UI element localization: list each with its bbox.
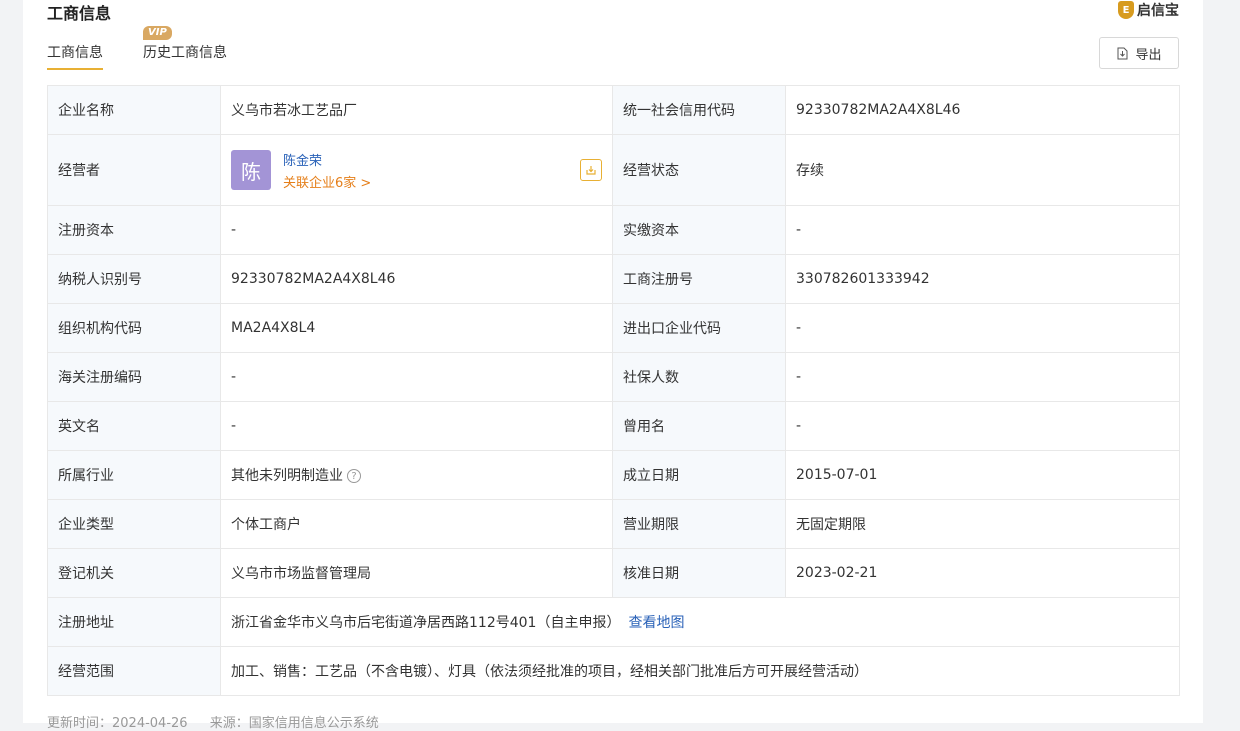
paid-capital-label: 实缴资本	[612, 205, 786, 255]
insured-count-value: -	[785, 352, 1180, 402]
operator-card: 陈 陈金荣 关联企业6家 >	[231, 150, 602, 191]
company-type-value: 个体工商户	[220, 499, 613, 549]
business-info-table: 企业名称 义乌市若冰工艺品厂 统一社会信用代码 92330782MA2A4X8L…	[47, 85, 1180, 696]
registration-number-label: 工商注册号	[612, 254, 786, 304]
operator-cell: 陈 陈金荣 关联企业6家 >	[220, 134, 613, 206]
related-companies-link[interactable]: 关联企业6家 >	[283, 172, 371, 191]
business-scope-label: 经营范围	[47, 646, 221, 696]
brand-logo: E 启信宝	[1118, 0, 1179, 20]
registration-number-value: 330782601333942	[785, 254, 1180, 304]
tab-bar: 工商信息 VIP 历史工商信息	[47, 26, 227, 70]
industry-value: 其他未列明制造业	[231, 468, 343, 484]
tab-history-business-info[interactable]: VIP 历史工商信息	[143, 26, 227, 70]
established-date-label: 成立日期	[612, 450, 786, 500]
business-scope-value: 加工、销售：工艺品（不含电镀）、灯具（依法须经批准的项目，经相关部门批准后方可开…	[220, 646, 1180, 696]
paid-capital-value: -	[785, 205, 1180, 255]
help-icon[interactable]: ?	[347, 469, 361, 483]
export-label: 导出	[1135, 47, 1162, 63]
address-value: 浙江省金华市义乌市后宅街道净居西路112号401（自主申报）	[231, 615, 621, 631]
table-row: 注册地址 浙江省金华市义乌市后宅街道净居西路112号401（自主申报） 查看地图	[47, 597, 1180, 647]
brand-name: 启信宝	[1137, 3, 1179, 19]
vip-badge: VIP	[143, 26, 172, 40]
table-row: 组织机构代码 MA2A4X8L4 进出口企业代码 -	[47, 303, 1180, 353]
table-row: 经营范围 加工、销售：工艺品（不含电镀）、灯具（依法须经批准的项目，经相关部门批…	[47, 646, 1180, 696]
import-export-code-label: 进出口企业代码	[612, 303, 786, 353]
table-row: 企业类型 个体工商户 营业期限 无固定期限	[47, 499, 1180, 549]
taxpayer-id-label: 纳税人识别号	[47, 254, 221, 304]
company-name-label: 企业名称	[47, 85, 221, 135]
credit-code-value: 92330782MA2A4X8L46	[785, 85, 1180, 135]
registration-authority-value: 义乌市市场监督管理局	[220, 548, 613, 598]
operator-name-link[interactable]: 陈金荣	[283, 150, 371, 169]
taxpayer-id-value: 92330782MA2A4X8L46	[220, 254, 613, 304]
org-code-value: MA2A4X8L4	[220, 303, 613, 353]
org-code-label: 组织机构代码	[47, 303, 221, 353]
registered-capital-label: 注册资本	[47, 205, 221, 255]
table-row: 所属行业 其他未列明制造业? 成立日期 2015-07-01	[47, 450, 1180, 500]
table-row: 纳税人识别号 92330782MA2A4X8L46 工商注册号 33078260…	[47, 254, 1180, 304]
registered-capital-value: -	[220, 205, 613, 255]
address-cell: 浙江省金华市义乌市后宅街道净居西路112号401（自主申报） 查看地图	[220, 597, 1180, 647]
status-value: 存续	[785, 134, 1180, 206]
approval-date-label: 核准日期	[612, 548, 786, 598]
view-map-link[interactable]: 查看地图	[628, 615, 684, 631]
table-row: 注册资本 - 实缴资本 -	[47, 205, 1180, 255]
business-term-label: 营业期限	[612, 499, 786, 549]
table-row: 企业名称 义乌市若冰工艺品厂 统一社会信用代码 92330782MA2A4X8L…	[47, 85, 1180, 135]
company-type-label: 企业类型	[47, 499, 221, 549]
export-button[interactable]: 导出	[1099, 37, 1179, 69]
table-row: 海关注册编码 - 社保人数 -	[47, 352, 1180, 402]
table-row: 经营者 陈 陈金荣 关联企业6家 > 经营状态 存续	[47, 134, 1180, 206]
import-export-code-value: -	[785, 303, 1180, 353]
english-name-label: 英文名	[47, 401, 221, 451]
table-row: 登记机关 义乌市市场监督管理局 核准日期 2023-02-21	[47, 548, 1180, 598]
shield-logo-icon: E	[1118, 1, 1134, 19]
approval-date-value: 2023-02-21	[785, 548, 1180, 598]
footer-info: 更新时间：2024-04-26 来源：国家信用信息公示系统	[47, 712, 379, 731]
former-name-label: 曾用名	[612, 401, 786, 451]
update-time: 更新时间：2024-04-26	[47, 716, 188, 731]
section-title: 工商信息	[47, 4, 112, 23]
address-label: 注册地址	[47, 597, 221, 647]
table-row: 英文名 - 曾用名 -	[47, 401, 1180, 451]
company-name-value: 义乌市若冰工艺品厂	[220, 85, 613, 135]
established-date-value: 2015-07-01	[785, 450, 1180, 500]
customs-code-label: 海关注册编码	[47, 352, 221, 402]
former-name-value: -	[785, 401, 1180, 451]
industry-cell: 其他未列明制造业?	[220, 450, 613, 500]
export-share-icon[interactable]	[580, 159, 602, 181]
industry-label: 所属行业	[47, 450, 221, 500]
business-term-value: 无固定期限	[785, 499, 1180, 549]
tab-label: 历史工商信息	[143, 45, 227, 61]
registration-authority-label: 登记机关	[47, 548, 221, 598]
english-name-value: -	[220, 401, 613, 451]
customs-code-value: -	[220, 352, 613, 402]
insured-count-label: 社保人数	[612, 352, 786, 402]
credit-code-label: 统一社会信用代码	[612, 85, 786, 135]
data-source: 来源：国家信用信息公示系统	[209, 716, 379, 731]
business-info-panel: 工商信息 E 启信宝 工商信息 VIP 历史工商信息 导出 企业名称 义乌市若冰…	[23, 0, 1203, 731]
status-label: 经营状态	[612, 134, 786, 206]
avatar: 陈	[231, 150, 271, 190]
download-icon	[1117, 47, 1128, 59]
operator-label: 经营者	[47, 134, 221, 206]
tab-business-info[interactable]: 工商信息	[47, 42, 103, 70]
